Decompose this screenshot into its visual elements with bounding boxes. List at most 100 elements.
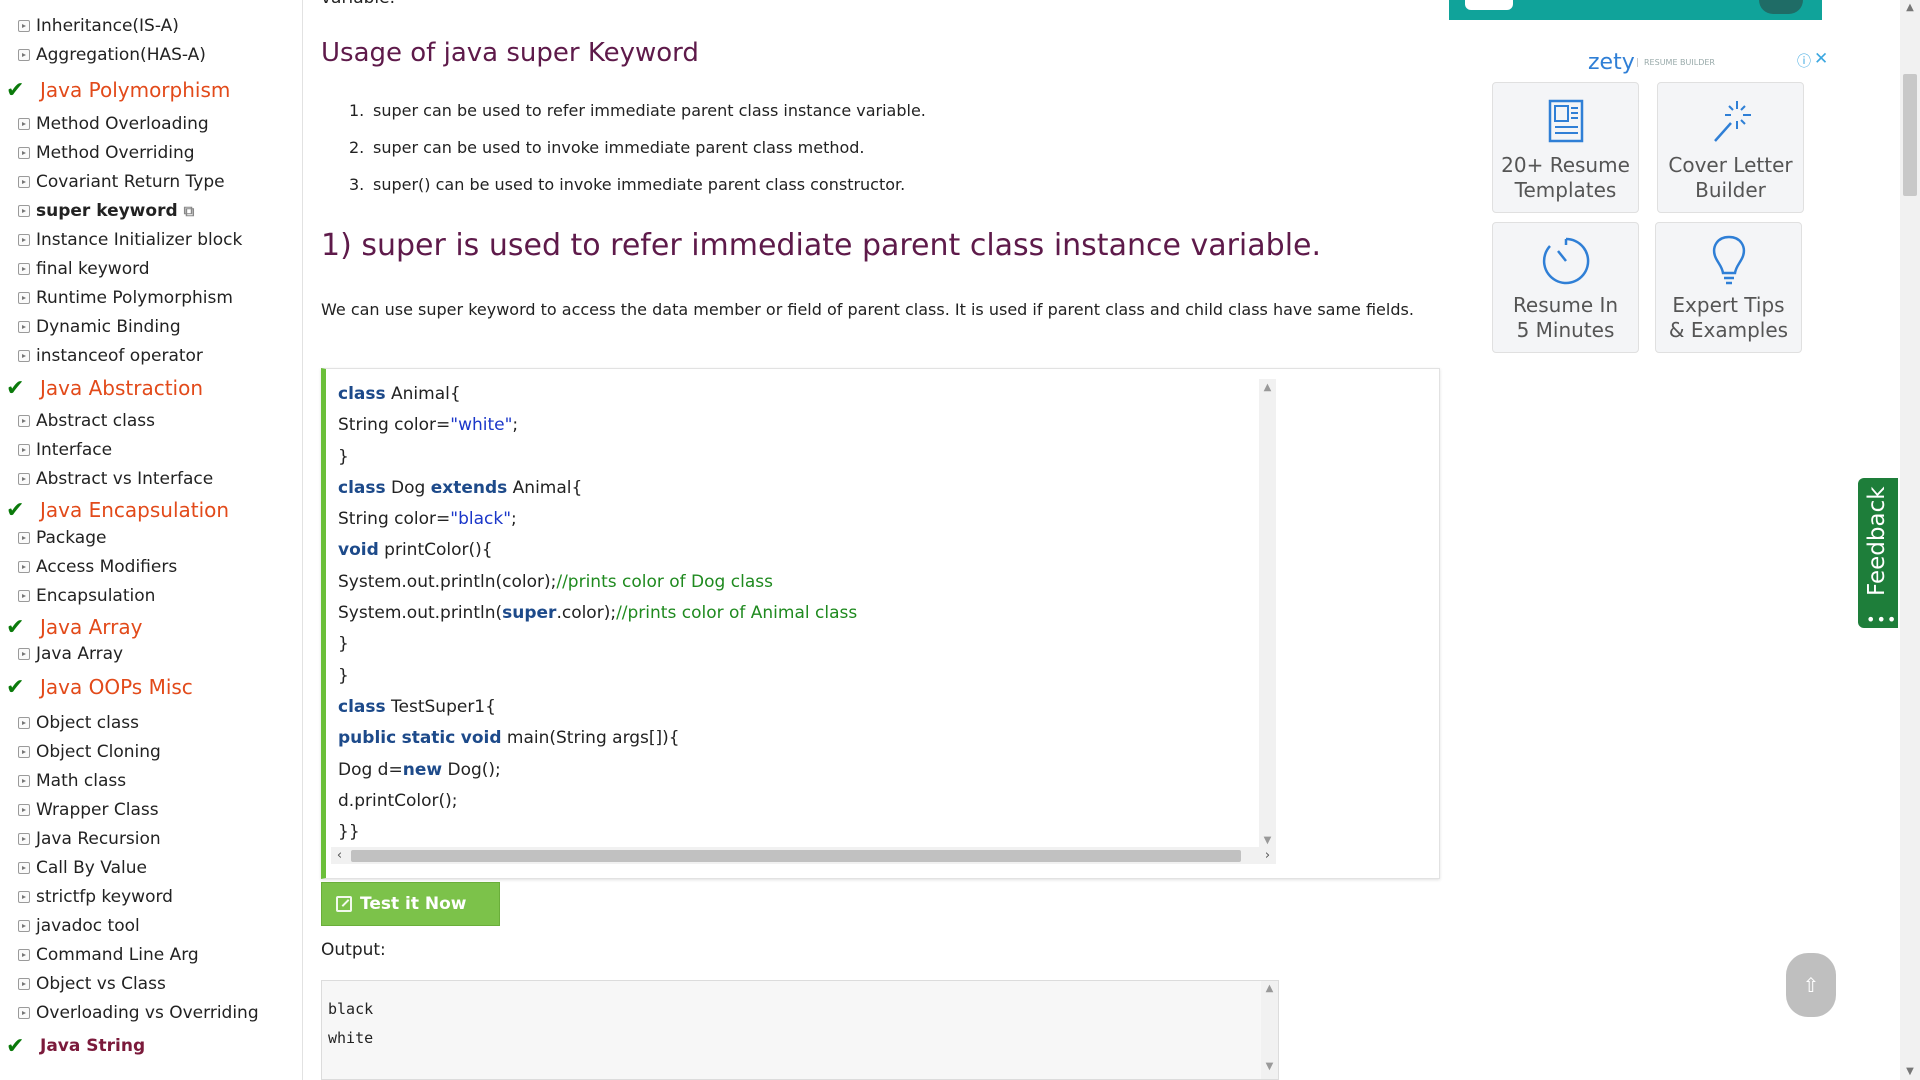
scroll-left-icon[interactable]: ‹	[331, 847, 348, 864]
timer-icon	[1542, 237, 1589, 285]
scroll-down-icon[interactable]: ▼	[1900, 1066, 1920, 1077]
sidebar-section-java-abstraction[interactable]: ✔ Java Abstraction	[6, 374, 203, 402]
chat-bubble-icon: •••	[1866, 610, 1898, 629]
code-line: class Animal{	[338, 379, 1258, 410]
bullet-arrow-icon	[18, 949, 30, 961]
test-it-now-button[interactable]: Test it Now	[321, 882, 500, 926]
code-token: Animal{	[385, 384, 461, 404]
bullet-arrow-icon	[18, 473, 30, 485]
code-horizontal-scrollbar[interactable]: ‹ ›	[331, 847, 1276, 864]
sidebar-item-java-recursion[interactable]: Java Recursion	[18, 827, 161, 851]
bullet-arrow-icon	[18, 532, 30, 544]
code-block[interactable]: class Animal{String color="white";} class…	[321, 368, 1440, 879]
info-icon[interactable]: ⓘ	[1797, 51, 1811, 71]
sidebar-item-method-overloading[interactable]: Method Overloading	[18, 112, 209, 136]
paragraph: We can use super keyword to access the d…	[321, 300, 1414, 319]
sidebar-item-object-cloning[interactable]: Object Cloning	[18, 740, 161, 764]
sidebar-item-abstract-class[interactable]: Abstract class	[18, 409, 155, 433]
bullet-arrow-icon	[18, 415, 30, 427]
output-scrollbar[interactable]: ▲ ▼	[1261, 981, 1278, 1079]
template-icon	[1548, 99, 1583, 143]
code-token: Dog d=	[338, 759, 403, 780]
ad-tile-resume-5-minutes[interactable]: Resume In 5 Minutes	[1492, 222, 1639, 353]
sidebar-item-abstract-vs-interface[interactable]: Abstract vs Interface	[18, 467, 213, 491]
sidebar-item-call-by-value[interactable]: Call By Value	[18, 856, 147, 880]
sidebar-item-label: Call By Value	[36, 858, 147, 878]
sidebar-item-label: Overloading vs Overriding	[36, 1003, 259, 1023]
sidebar-item-aggregation-has-a[interactable]: Aggregation(HAS-A)	[18, 43, 206, 67]
code-token: void	[460, 728, 502, 749]
ad-tile-cover-letter[interactable]: Cover Letter Builder	[1657, 82, 1804, 213]
ad-tile-expert-tips[interactable]: Expert Tips & Examples	[1655, 222, 1802, 353]
list-item: 2. super can be used to invoke immediate …	[349, 138, 865, 157]
sidebar-item-java-array[interactable]: Java Array	[18, 642, 123, 666]
code-token: //prints color of Dog class	[556, 571, 773, 592]
feedback-tab[interactable]: Feedback •••	[1858, 478, 1898, 629]
code-token: }	[338, 665, 349, 686]
sidebar-item-interface[interactable]: Interface	[18, 438, 112, 462]
bullet-arrow-icon	[18, 205, 30, 217]
ad-brand[interactable]: zety	[1588, 50, 1635, 75]
sidebar-item-label: instanceof operator	[36, 346, 203, 366]
page-scrollbar-thumb[interactable]	[1903, 74, 1917, 196]
sidebar-item-method-overriding[interactable]: Method Overriding	[18, 141, 195, 165]
scrollbar-thumb[interactable]	[351, 850, 1241, 862]
sidebar-section-java-array[interactable]: ✔ Java Array	[6, 613, 142, 641]
sidebar-item-instance-initializer-block[interactable]: Instance Initializer block	[18, 228, 242, 252]
code-token: System.out.println(color);	[338, 571, 557, 592]
sidebar-item-runtime-polymorphism[interactable]: Runtime Polymorphism	[18, 286, 233, 310]
sidebar-item-dynamic-binding[interactable]: Dynamic Binding	[18, 315, 181, 339]
sidebar-item-command-line-arg[interactable]: Command Line Arg	[18, 943, 199, 967]
sidebar-item-inheritance-is-a[interactable]: Inheritance(IS-A)	[18, 14, 179, 38]
code-token: class	[338, 384, 386, 404]
scroll-up-icon[interactable]: ▲	[1261, 983, 1278, 994]
bullet-arrow-icon	[18, 804, 30, 816]
ad-tile-resume-templates[interactable]: 20+ Resume Templates	[1492, 82, 1639, 213]
scroll-down-icon[interactable]: ▼	[1261, 1061, 1278, 1072]
code-vertical-scrollbar[interactable]: ▲ ▼	[1259, 379, 1276, 849]
previous-text: variable.	[321, 0, 395, 8]
code-content[interactable]: class Animal{String color="white";} class…	[338, 379, 1258, 848]
code-token: d.printColor();	[338, 790, 458, 811]
close-icon[interactable]: ✕	[1814, 49, 1828, 69]
bullet-arrow-icon	[18, 775, 30, 787]
code-token: }}	[338, 822, 360, 843]
sidebar-item-label: Access Modifiers	[36, 557, 178, 577]
sidebar-section-java-encapsulation[interactable]: ✔ Java Encapsulation	[6, 496, 229, 524]
sidebar-item-overloading-vs-overriding[interactable]: Overloading vs Overriding	[18, 1001, 259, 1025]
sidebar-item-package[interactable]: Package	[18, 526, 106, 550]
sidebar-item-access-modifiers[interactable]: Access Modifiers	[18, 555, 177, 579]
sidebar-item-final-keyword[interactable]: final keyword	[18, 257, 150, 281]
sidebar-item-object-vs-class[interactable]: Object vs Class	[18, 972, 166, 996]
sidebar-item-math-class[interactable]: Math class	[18, 769, 126, 793]
sidebar-item-encapsulation[interactable]: Encapsulation	[18, 584, 155, 608]
sidebar-item-covariant-return-type[interactable]: Covariant Return Type	[18, 170, 225, 194]
sidebar-item-strictfp-keyword[interactable]: strictfp keyword	[18, 885, 173, 909]
ad-brand-sub: RESUME BUILDER	[1637, 58, 1715, 67]
sidebar-item-label: Java Encapsulation	[40, 498, 230, 522]
sidebar-section-java-string[interactable]: ✔ Java String	[6, 1032, 145, 1060]
sidebar-item-super-keyword[interactable]: super keyword ⧉	[18, 199, 194, 223]
sidebar-item-object-class[interactable]: Object class	[18, 711, 139, 735]
code-token: System.out.println(	[338, 603, 503, 624]
code-token: "white"	[450, 415, 513, 436]
sidebar-section-java-polymorphism[interactable]: ✔ Java Polymorphism	[6, 76, 230, 104]
scroll-to-top-button[interactable]: ⇧	[1786, 953, 1836, 1017]
scroll-right-icon[interactable]: ›	[1259, 847, 1276, 864]
sidebar-item-wrapper-class[interactable]: Wrapper Class	[18, 798, 159, 822]
code-token: void	[338, 540, 379, 561]
page-scrollbar[interactable]: ▲ ▼	[1900, 0, 1920, 1080]
code-token: String color=	[338, 509, 451, 530]
sidebar-item-instanceof-operator[interactable]: instanceof operator	[18, 344, 203, 368]
sidebar-item-javadoc-tool[interactable]: javadoc tool	[18, 914, 140, 938]
ad-banner-top[interactable]	[1449, 0, 1822, 20]
scroll-up-icon[interactable]: ▲	[1900, 2, 1920, 13]
sidebar-item-label: super keyword	[36, 201, 178, 221]
scroll-up-icon[interactable]: ▲	[1259, 379, 1276, 396]
sidebar-section-java-oops-misc[interactable]: ✔ Java OOPs Misc	[6, 673, 193, 701]
code-token: }	[338, 634, 349, 655]
code-line: Dog d=new Dog();	[338, 755, 1258, 786]
bullet-arrow-icon	[18, 1007, 30, 1019]
sidebar-item-label: strictfp keyword	[36, 887, 173, 907]
bullet-arrow-icon	[18, 717, 30, 729]
